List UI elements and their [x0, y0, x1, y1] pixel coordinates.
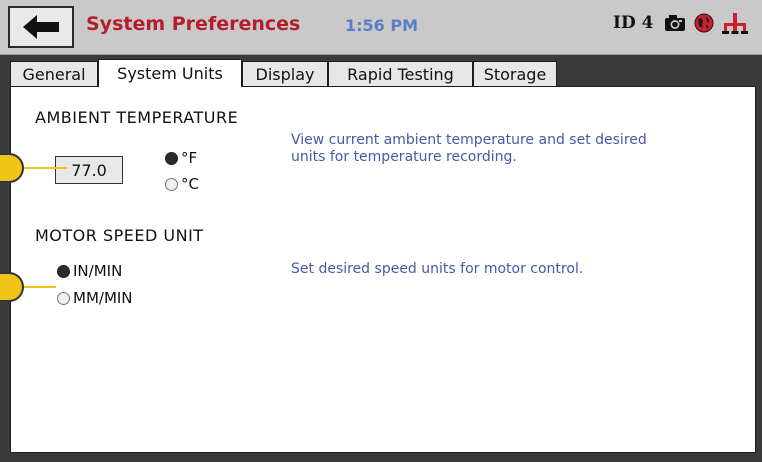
motor-speed-description: Set desired speed units for motor contro… [291, 261, 584, 277]
tab-rapid-testing[interactable]: Rapid Testing [328, 61, 473, 86]
ambient-temperature-heading: AMBIENT TEMPERATURE [35, 108, 239, 127]
ambient-description-line-2: units for temperature recording. [291, 149, 517, 165]
ambient-temperature-description: View current ambient temperature and set… [291, 132, 647, 166]
app-window: System Preferences 1:56 PM ID 4 General … [0, 0, 762, 462]
speed-unit-in-label: IN/MIN [73, 262, 123, 280]
clock-time: 1:56 PM [345, 16, 419, 35]
motor-speed-unit-heading: MOTOR SPEED UNIT [35, 226, 204, 245]
temp-unit-f-option[interactable]: °F [165, 149, 197, 167]
speed-unit-mm-label: MM/MIN [73, 289, 133, 307]
network-icon[interactable] [722, 12, 748, 34]
temp-unit-f-radio[interactable] [165, 151, 178, 165]
header-bar: System Preferences 1:56 PM ID 4 [0, 0, 762, 55]
temp-unit-f-label: °F [181, 149, 198, 167]
temp-unit-c-radio[interactable] [165, 177, 178, 191]
ambient-description-line-1: View current ambient temperature and set… [291, 132, 647, 148]
temp-unit-c-option[interactable]: °C [165, 175, 199, 193]
tab-general[interactable]: General [10, 61, 98, 86]
tab-bar: General System Units Display Rapid Testi… [10, 59, 756, 87]
camera-icon[interactable] [664, 14, 686, 32]
speed-unit-in-radio[interactable] [57, 264, 70, 278]
page-title: System Preferences [86, 13, 301, 35]
speed-unit-in-option[interactable]: IN/MIN [57, 262, 122, 280]
speed-unit-mm-option[interactable]: MM/MIN [57, 289, 133, 307]
tab-storage[interactable]: Storage [473, 61, 557, 86]
back-arrow-icon [23, 15, 59, 39]
system-units-panel: AMBIENT TEMPERATURE 77.0 °F °C View curr… [10, 86, 756, 453]
globe-icon[interactable] [694, 13, 714, 33]
speed-unit-mm-radio[interactable] [57, 291, 70, 305]
tab-display[interactable]: Display [242, 61, 328, 86]
status-icons [664, 12, 748, 34]
ambient-temperature-value: 77.0 [55, 156, 123, 184]
tab-system-units[interactable]: System Units [98, 59, 242, 87]
temp-unit-c-label: °C [181, 175, 199, 193]
device-id: ID 4 [613, 13, 654, 33]
back-button[interactable] [8, 6, 74, 48]
